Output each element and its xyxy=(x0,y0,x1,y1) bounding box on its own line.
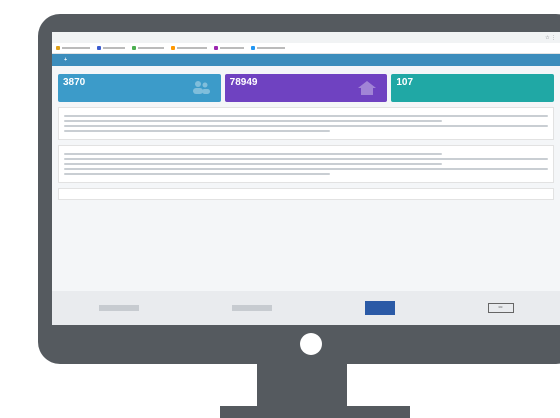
screen: ☆ ⋮ + 3870 78949 107 cc xyxy=(52,32,560,325)
text-line xyxy=(64,153,442,155)
info-card xyxy=(58,145,554,183)
stat-value: 107 xyxy=(396,77,414,88)
text-line xyxy=(64,168,548,170)
bookmarks-bar xyxy=(52,43,560,54)
bookmark-item[interactable] xyxy=(251,46,285,50)
text-line xyxy=(64,130,331,132)
stat-tile[interactable]: 78949 xyxy=(224,74,388,102)
bookmark-item[interactable] xyxy=(132,46,164,50)
bookmark-item[interactable] xyxy=(214,46,244,50)
text-line xyxy=(64,158,548,160)
faq-accordion[interactable] xyxy=(58,188,554,200)
stat-tile[interactable]: 3870 xyxy=(58,74,221,102)
app-navbar: + xyxy=(52,54,560,66)
bookmark-item[interactable] xyxy=(56,46,90,50)
page-footer: cc xyxy=(52,291,560,325)
text-line xyxy=(64,163,442,165)
partner-logo[interactable] xyxy=(364,301,395,315)
partner-logo[interactable] xyxy=(98,305,139,311)
house-icon xyxy=(358,81,377,95)
info-card xyxy=(58,107,554,140)
browser-extensions-icons[interactable]: ☆ ⋮ xyxy=(545,35,556,41)
text-line xyxy=(64,120,442,122)
nav-add-icon[interactable]: + xyxy=(64,57,67,63)
license-badge[interactable]: cc xyxy=(487,303,514,313)
monitor-stand-base xyxy=(220,406,410,418)
page-title xyxy=(52,66,560,74)
text-line xyxy=(64,173,331,175)
users-icon xyxy=(192,81,210,94)
stat-tile[interactable]: 107 xyxy=(391,74,555,102)
stat-tiles: 3870 78949 107 xyxy=(52,74,560,102)
bookmark-item[interactable] xyxy=(171,46,207,50)
text-line xyxy=(64,115,548,117)
partner-logo[interactable] xyxy=(231,305,272,311)
browser-address-bar[interactable]: ☆ ⋮ xyxy=(52,32,560,43)
monitor-stand-neck xyxy=(257,362,347,410)
bookmark-item[interactable] xyxy=(97,46,125,50)
text-line xyxy=(64,125,548,127)
power-button[interactable] xyxy=(300,333,322,355)
